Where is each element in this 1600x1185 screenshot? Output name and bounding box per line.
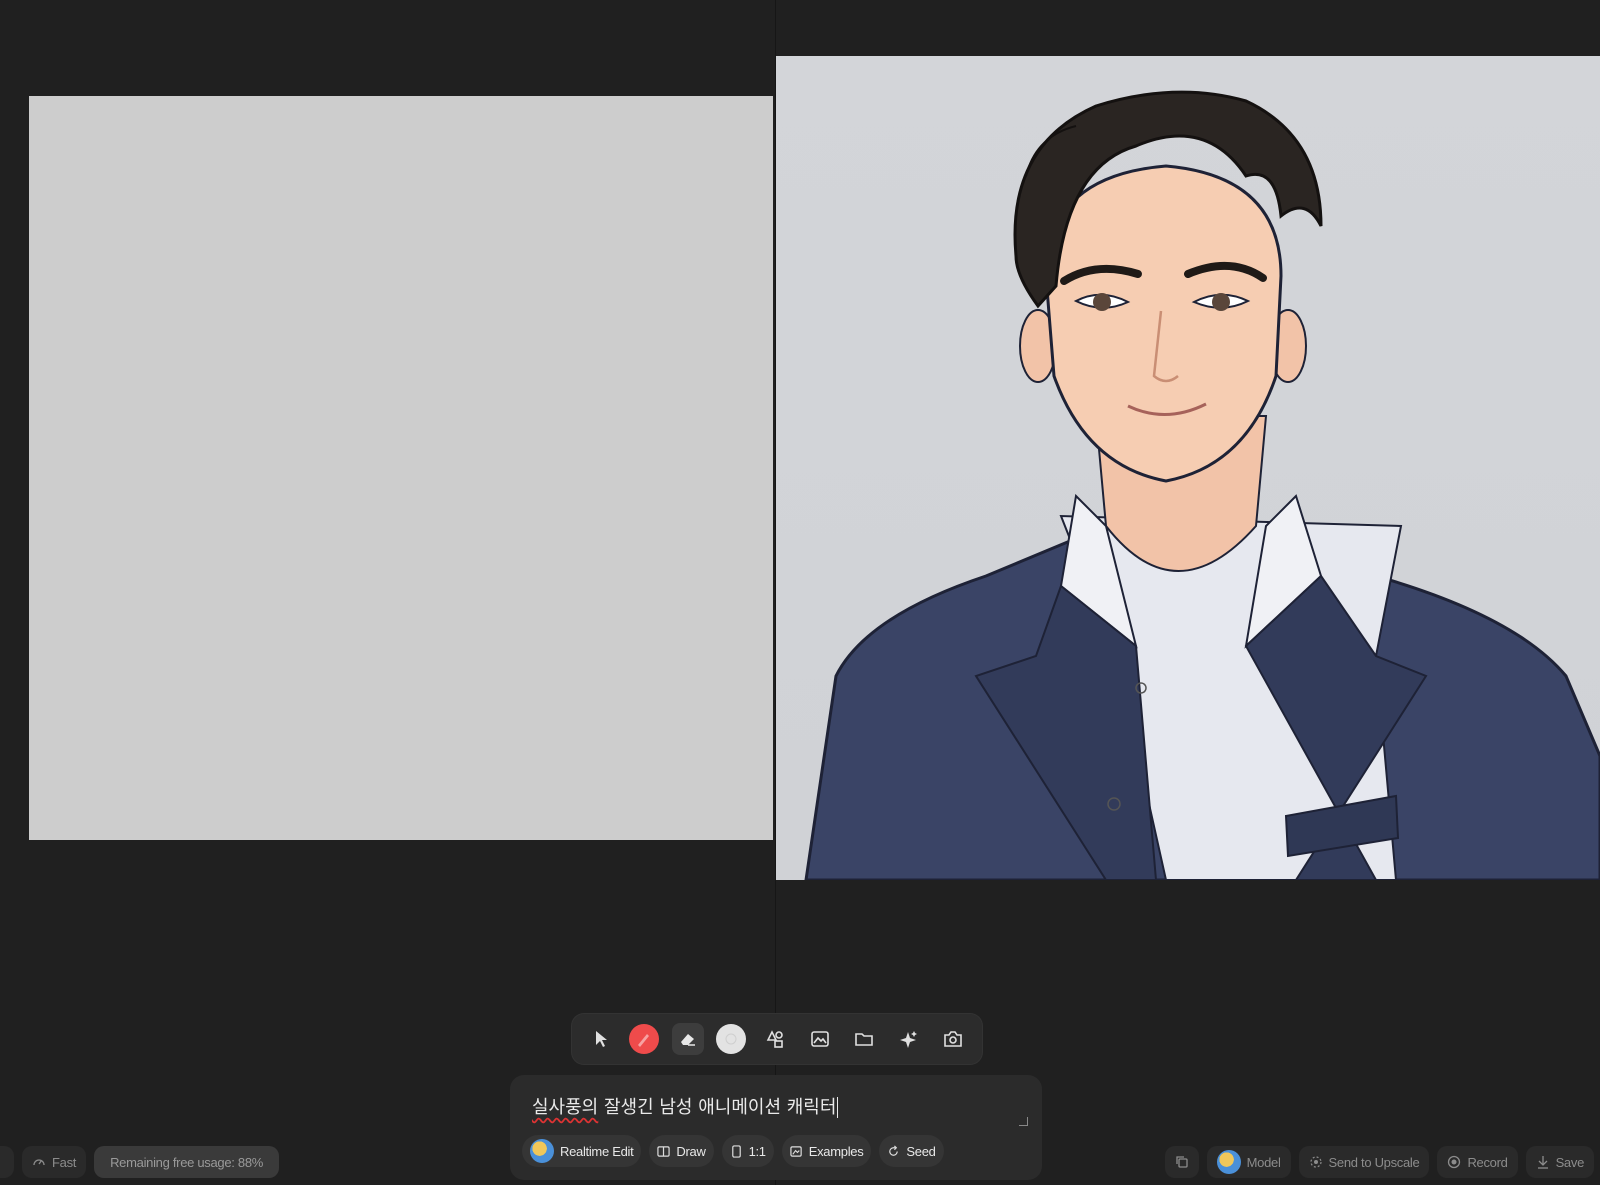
send-to-upscale-label: Send to Upscale [1328,1154,1420,1170]
save-label: Save [1555,1154,1585,1170]
copy-icon [1175,1156,1188,1168]
generated-image [776,56,1600,880]
prompt-input[interactable]: 실사풍의 잘생긴 남성 애니메이션 캐릭터 [532,1093,839,1119]
record-button[interactable]: Record [1437,1146,1518,1178]
draw-button[interactable]: Draw [649,1135,714,1167]
text-caret [837,1097,839,1118]
send-to-upscale-button[interactable]: Send to Upscale [1298,1146,1430,1178]
capture-tool[interactable] [937,1023,969,1055]
refresh-icon [889,1145,899,1156]
record-icon [1448,1155,1461,1169]
usage-label: Remaining free usage: 88% [110,1154,264,1170]
folder-tool[interactable] [848,1023,880,1055]
model-label: Model [1246,1154,1281,1170]
realtime-edit-label: Realtime Edit [560,1143,634,1159]
seed-button[interactable]: Seed [879,1135,944,1167]
speedometer-icon [33,1159,45,1166]
collapsed-panel-tab[interactable] [0,1146,14,1178]
eraser-tool[interactable] [671,1023,704,1055]
gallery-icon [790,1145,802,1157]
model-avatar-icon [530,1139,554,1163]
sparkle-icon [899,1031,917,1048]
color-picker[interactable] [716,1024,747,1054]
seed-label: Seed [906,1143,936,1159]
magic-tool[interactable] [893,1023,925,1055]
upscale-icon [1309,1156,1322,1168]
eraser-icon [680,1034,695,1046]
usage-badge: Remaining free usage: 88% [94,1146,280,1178]
portrait-frame-icon [731,1144,741,1158]
speed-label: Fast [52,1154,77,1170]
status-bar: Fast Remaining free usage: 88% [0,1145,280,1179]
prompt-text-rest: 잘생긴 남성 애니메이션 캐릭터 [598,1097,837,1118]
color-swatch-icon [725,1033,737,1045]
save-button[interactable]: Save [1525,1146,1594,1178]
download-icon [1537,1156,1548,1169]
drawing-canvas[interactable] [29,96,773,840]
image-icon [810,1031,829,1047]
speed-toggle[interactable]: Fast [22,1146,87,1178]
drawing-toolbar [572,1014,982,1064]
cursor-icon [595,1031,607,1047]
copy-button[interactable] [1164,1146,1199,1178]
select-tool[interactable] [585,1023,617,1055]
shapes-icon [766,1030,783,1048]
record-label: Record [1467,1154,1508,1170]
generated-character-illustration [804,90,1600,880]
examples-label: Examples [808,1143,864,1159]
resize-handle-icon[interactable] [1019,1117,1028,1126]
action-bar: Model Send to Upscale Record Save [1164,1145,1594,1179]
brush-icon [638,1034,650,1047]
aspect-ratio-button[interactable]: 1:1 [721,1135,774,1167]
examples-button[interactable]: Examples [781,1135,872,1167]
image-tool[interactable] [804,1023,836,1055]
aspect-ratio-label: 1:1 [748,1143,766,1159]
folder-icon [855,1033,873,1046]
camera-icon [944,1031,963,1047]
model-avatar-icon [1216,1150,1241,1174]
model-button[interactable]: Model [1206,1146,1291,1178]
shapes-tool[interactable] [759,1023,791,1055]
brush-tool[interactable] [629,1024,660,1054]
draw-label: Draw [676,1143,706,1159]
split-view-icon [657,1145,671,1157]
realtime-edit-button[interactable]: Realtime Edit [522,1135,642,1167]
prompt-panel: 실사풍의 잘생긴 남성 애니메이션 캐릭터 Realtime Edit Draw… [510,1075,1042,1180]
prompt-misspelled-word: 실사풍의 [532,1097,599,1118]
prompt-options: Realtime Edit Draw 1:1 Examples Seed [522,1135,944,1167]
